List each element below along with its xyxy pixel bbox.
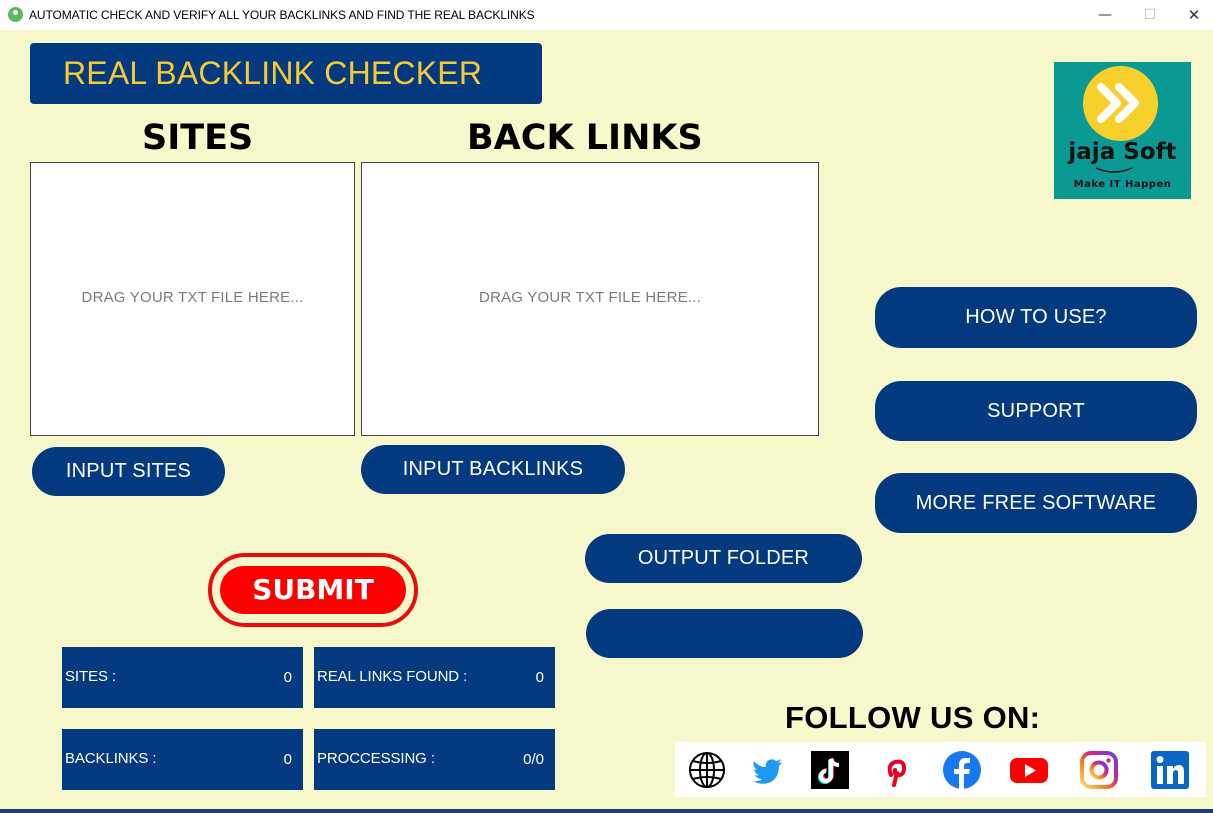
- tiktok-icon[interactable]: [811, 751, 849, 789]
- facebook-icon[interactable]: [943, 751, 981, 789]
- app-icon: [8, 7, 23, 22]
- backlinks-count-value: 0: [283, 751, 292, 768]
- logo-smile-icon: [1095, 167, 1133, 173]
- output-folder-button[interactable]: OUTPUT FOLDER: [585, 534, 862, 583]
- maximize-button[interactable]: ☐: [1127, 0, 1173, 30]
- input-backlinks-button[interactable]: INPUT BACKLINKS: [361, 445, 625, 494]
- sites-count-label: SITES :: [65, 668, 116, 685]
- follow-us-heading: FOLLOW US ON:: [785, 700, 1041, 735]
- minimize-button[interactable]: —: [1082, 0, 1128, 30]
- pinterest-icon[interactable]: [877, 751, 915, 789]
- backlinks-drop-area[interactable]: DRAG YOUR TXT FILE HERE...: [361, 162, 819, 436]
- backlinks-count-label: BACKLINKS :: [65, 750, 157, 767]
- window-title: AUTOMATIC CHECK AND VERIFY ALL YOUR BACK…: [29, 8, 535, 22]
- sites-drop-area[interactable]: DRAG YOUR TXT FILE HERE...: [30, 162, 355, 436]
- instagram-icon[interactable]: [1080, 751, 1118, 789]
- logo-badge: [1083, 66, 1158, 141]
- how-to-use-button[interactable]: HOW TO USE?: [875, 287, 1197, 348]
- social-links-bar: [675, 742, 1206, 797]
- close-button[interactable]: ✕: [1171, 0, 1213, 30]
- company-logo: jaja Soft Make IT Happen: [1054, 62, 1191, 199]
- support-button[interactable]: SUPPORT: [875, 381, 1197, 441]
- submit-button-frame[interactable]: SUBMIT: [208, 553, 418, 627]
- logo-name: jaja Soft: [1068, 139, 1177, 165]
- backlinks-count-panel: BACKLINKS : 0: [62, 729, 303, 790]
- app-title: REAL BACKLINK CHECKER: [63, 55, 483, 91]
- logo-slogan: Make IT Happen: [1073, 179, 1172, 190]
- more-free-software-button[interactable]: MORE FREE SOFTWARE: [875, 473, 1197, 533]
- sites-heading: SITES: [142, 118, 254, 158]
- backlinks-textarea[interactable]: [362, 163, 818, 435]
- real-links-panel: REAL LINKS FOUND : 0: [314, 647, 555, 708]
- bottom-border: [0, 809, 1213, 813]
- twitter-icon[interactable]: [749, 751, 787, 789]
- real-links-label: REAL LINKS FOUND :: [317, 668, 468, 685]
- input-sites-button[interactable]: INPUT SITES: [32, 447, 225, 496]
- processing-value: 0/0: [523, 751, 544, 768]
- real-links-value: 0: [535, 669, 544, 686]
- app-header-banner: REAL BACKLINK CHECKER: [30, 43, 542, 104]
- linkedin-icon[interactable]: [1151, 751, 1189, 789]
- sites-count-panel: SITES : 0: [62, 647, 303, 708]
- submit-button[interactable]: SUBMIT: [220, 566, 406, 614]
- processing-panel: PROCCESSING : 0/0: [314, 729, 555, 790]
- processing-label: PROCCESSING :: [317, 750, 435, 767]
- blank-button[interactable]: [586, 609, 863, 658]
- double-chevron-icon: [1097, 83, 1139, 123]
- window-titlebar: AUTOMATIC CHECK AND VERIFY ALL YOUR BACK…: [0, 0, 1213, 30]
- sites-textarea[interactable]: [31, 163, 354, 435]
- globe-icon[interactable]: [688, 751, 726, 789]
- backlinks-heading: BACK LINKS: [467, 118, 703, 158]
- youtube-icon[interactable]: [1010, 751, 1048, 789]
- sites-count-value: 0: [283, 669, 292, 686]
